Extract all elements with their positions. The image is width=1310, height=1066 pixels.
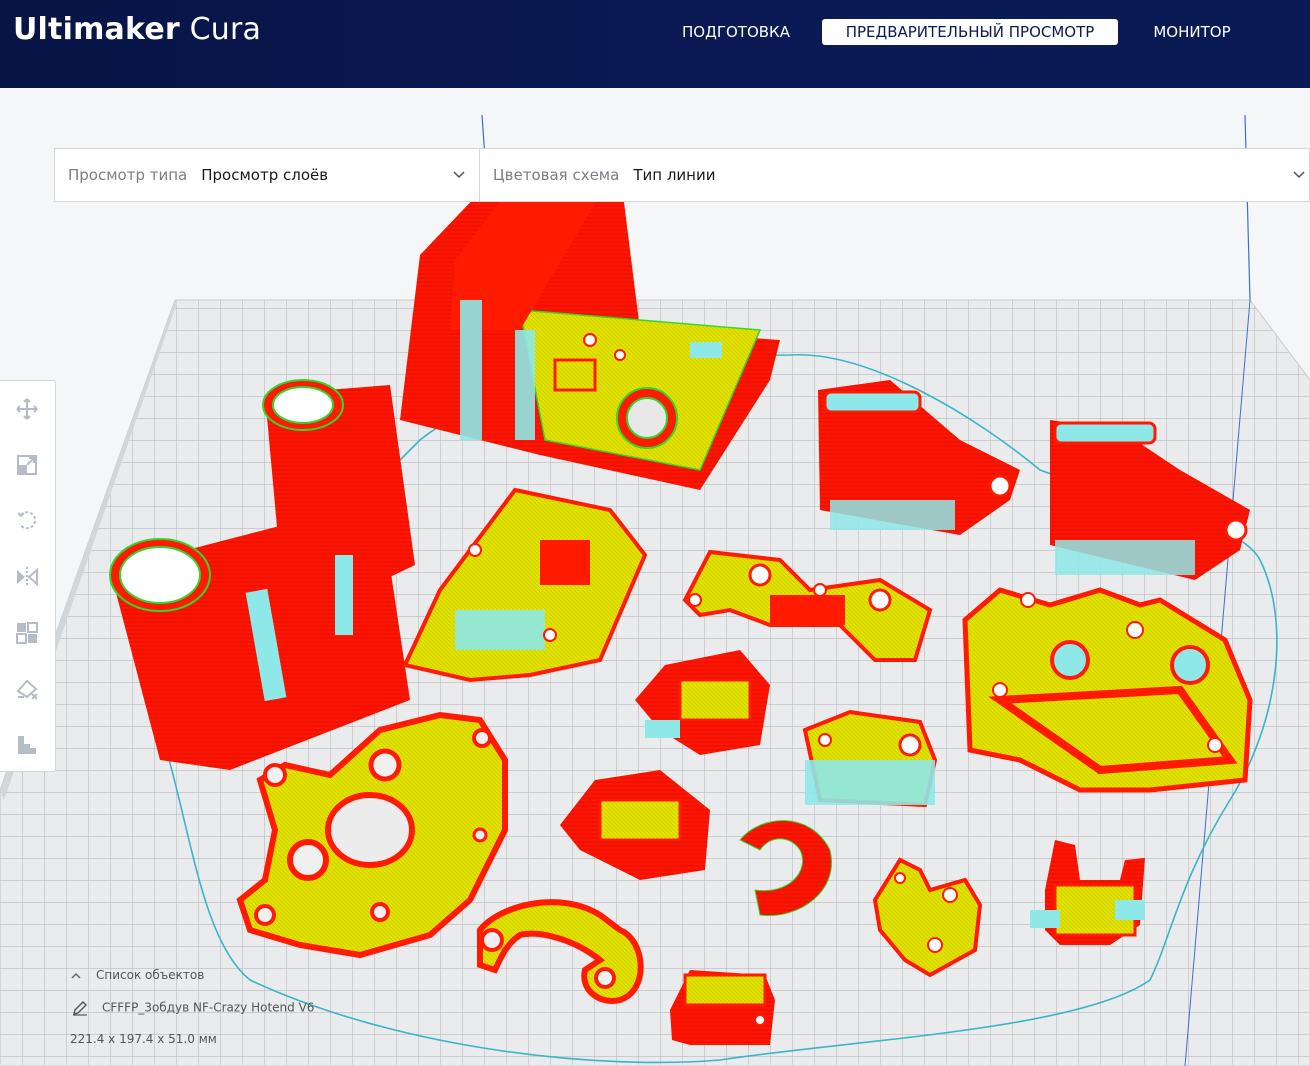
scale-tool-icon[interactable] <box>12 450 42 480</box>
job-name-row[interactable]: CFFFP_3обдув NF-Crazy Hotend V6 <box>72 1000 314 1016</box>
selector-divider <box>479 149 480 201</box>
tab-prepare[interactable]: ПОДГОТОВКА <box>670 19 802 45</box>
3d-viewport[interactable]: Просмотр типа Просмотр слоёв Цветовая схе… <box>0 88 1310 1066</box>
support-blocker-icon[interactable] <box>12 674 42 704</box>
stage-tabs: ПОДГОТОВКА ПРЕДВАРИТЕЛЬНЫЙ ПРОСМОТР МОНИ… <box>0 19 1310 47</box>
object-list-toggle[interactable]: Список объектов <box>70 968 204 982</box>
per-model-settings-icon[interactable] <box>12 618 42 648</box>
view-settings-bar: Просмотр типа Просмотр слоёв Цветовая схе… <box>54 148 1310 202</box>
tool-panel <box>0 380 56 772</box>
build-plate-scene <box>0 114 1310 1066</box>
job-name: CFFFP_3обдув NF-Crazy Hotend V6 <box>102 1000 315 1015</box>
pencil-icon <box>73 1001 87 1016</box>
rotate-tool-icon[interactable] <box>12 506 42 536</box>
model-dimensions: 221.4 x 197.4 x 51.0 мм <box>70 1032 217 1046</box>
chevron-up-icon <box>71 972 81 979</box>
part-small-mount <box>802 709 938 808</box>
tab-preview[interactable]: ПРЕДВАРИТЕЛЬНЫЙ ПРОСМОТР <box>822 19 1118 45</box>
view-type-value: Просмотр слоёв <box>201 166 329 184</box>
layer-icon[interactable] <box>12 730 42 760</box>
color-scheme-value: Тип линии <box>633 166 716 184</box>
object-list-header: Список объектов <box>96 968 205 982</box>
color-scheme-label: Цветовая схема <box>493 166 620 184</box>
move-tool-icon[interactable] <box>12 394 42 424</box>
header-bar: Ultimaker Cura ПОДГОТОВКА ПРЕДВАРИТЕЛЬНЫ… <box>0 0 1310 88</box>
part-small-block <box>670 970 775 1045</box>
view-type-label: Просмотр типа <box>68 166 188 184</box>
tab-monitor[interactable]: МОНИТОР <box>1136 19 1248 45</box>
view-type-dropdown[interactable]: Просмотр типа Просмотр слоёв <box>68 149 478 201</box>
color-scheme-dropdown[interactable]: Цветовая схема Тип линии <box>493 149 1309 201</box>
chevron-down-icon <box>1293 149 1305 223</box>
chevron-down-icon <box>453 149 465 223</box>
mirror-tool-icon[interactable] <box>12 562 42 592</box>
